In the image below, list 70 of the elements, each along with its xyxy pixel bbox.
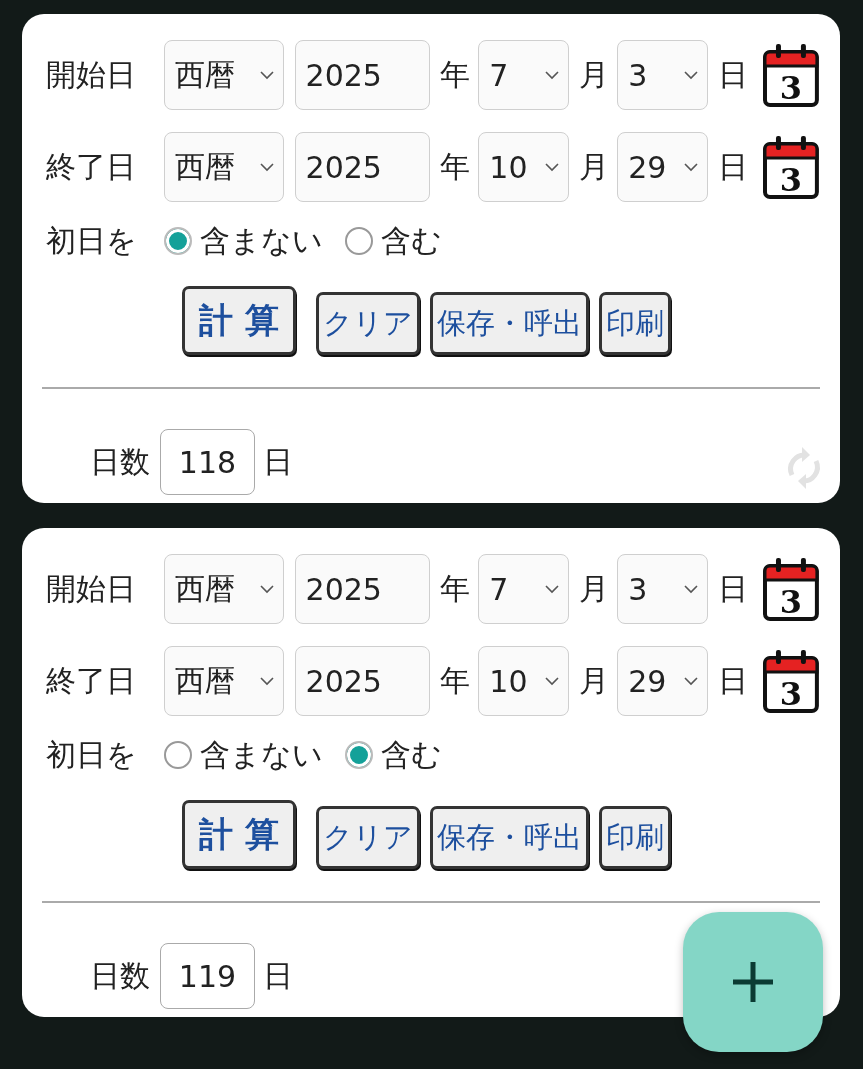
chevron-icon	[544, 676, 561, 686]
option-label: 含む	[381, 735, 442, 774]
chevron-icon	[544, 162, 561, 172]
field-label: 初日を	[46, 221, 138, 260]
unit-label: 日	[718, 661, 749, 700]
chevron-icon	[683, 584, 700, 594]
day-dropdown[interactable]: 29	[617, 646, 709, 716]
era-dropdown[interactable]: 西暦	[163, 646, 284, 716]
unit-label: 日	[718, 569, 749, 608]
month-dropdown[interactable]: 7	[478, 554, 570, 624]
unit-label: 日	[718, 147, 749, 186]
radio-button[interactable]	[345, 227, 373, 255]
day-dropdown[interactable]: 3	[617, 554, 709, 624]
chevron-icon	[683, 676, 700, 686]
day-dropdown[interactable]: 29	[617, 132, 709, 202]
result-label: 日数	[90, 442, 150, 481]
era-dropdown[interactable]: 西暦	[163, 40, 284, 110]
unit-label: 月	[579, 569, 610, 608]
chevron-icon	[683, 70, 700, 80]
year-input[interactable]: 2025	[294, 554, 431, 624]
action-button[interactable]: 印刷	[598, 806, 671, 869]
radio-button[interactable]	[164, 227, 192, 255]
unit-label: 年	[440, 569, 471, 608]
action-button[interactable]: 保存・呼出	[429, 292, 589, 355]
unit-label: 年	[440, 661, 471, 700]
plus-icon	[731, 960, 775, 1004]
chevron-icon	[544, 70, 561, 80]
unit-label: 月	[579, 147, 610, 186]
option-label: 含まない	[200, 221, 323, 260]
field-label: 終了日	[46, 661, 137, 700]
year-input[interactable]: 2025	[294, 646, 431, 716]
month-dropdown[interactable]: 7	[478, 40, 570, 110]
day-dropdown[interactable]: 3	[617, 40, 709, 110]
add-button[interactable]	[683, 912, 823, 1052]
action-button[interactable]: クリア	[315, 292, 420, 355]
calculate-button[interactable]: 計 算	[182, 286, 296, 355]
action-button[interactable]: クリア	[315, 806, 420, 869]
field-label: 終了日	[46, 147, 137, 186]
month-dropdown[interactable]: 10	[478, 132, 570, 202]
chevron-icon	[258, 676, 275, 686]
chevron-icon	[683, 162, 700, 172]
action-button[interactable]: 印刷	[598, 292, 671, 355]
chevron-icon	[258, 584, 275, 594]
unit-label: 月	[579, 55, 610, 94]
unit-label: 日	[263, 442, 293, 481]
era-dropdown[interactable]: 西暦	[163, 554, 284, 624]
field-label: 開始日	[46, 569, 137, 608]
field-label: 開始日	[46, 55, 137, 94]
year-input[interactable]: 2025	[294, 132, 431, 202]
unit-label: 年	[440, 55, 471, 94]
radio-button[interactable]	[164, 741, 192, 769]
year-input[interactable]: 2025	[294, 40, 431, 110]
unit-label: 月	[579, 661, 610, 700]
unit-label: 年	[440, 147, 471, 186]
era-dropdown[interactable]: 西暦	[163, 132, 284, 202]
days-output: 118	[160, 429, 255, 495]
chevron-icon	[258, 70, 275, 80]
chevron-icon	[258, 162, 275, 172]
option-label: 含まない	[200, 735, 323, 774]
action-button[interactable]: 保存・呼出	[429, 806, 589, 869]
radio-button[interactable]	[345, 741, 373, 769]
chevron-icon	[544, 584, 561, 594]
unit-label: 日	[718, 55, 749, 94]
month-dropdown[interactable]: 10	[478, 646, 570, 716]
field-label: 初日を	[46, 735, 138, 774]
option-label: 含む	[381, 221, 442, 260]
unit-label: 日	[263, 956, 293, 995]
calculate-button[interactable]: 計 算	[182, 800, 296, 869]
result-label: 日数	[90, 956, 150, 995]
days-output: 119	[160, 943, 255, 1009]
